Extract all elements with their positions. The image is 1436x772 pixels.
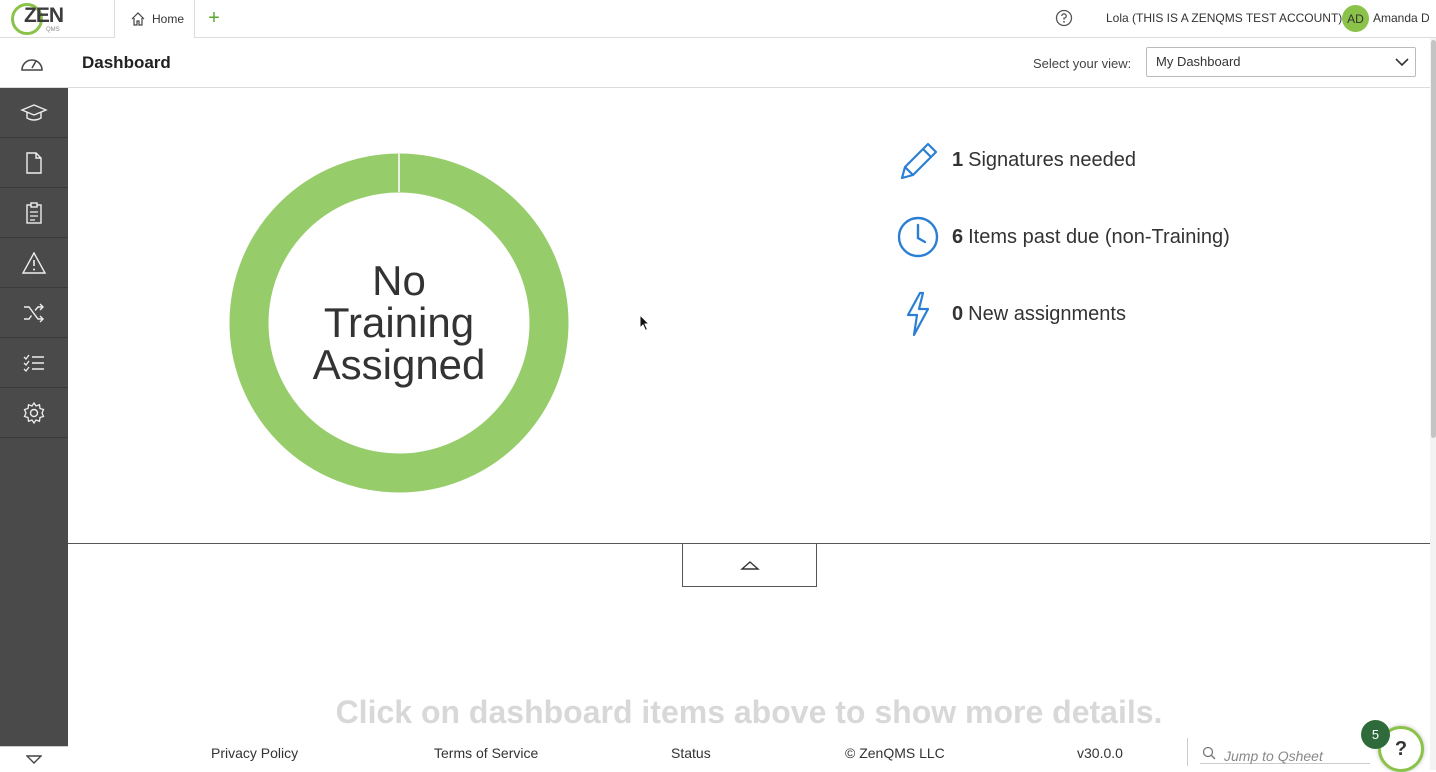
stat-label: New assignments (968, 302, 1126, 325)
stat-count: 1 (952, 148, 964, 171)
mouse-cursor-icon (639, 313, 651, 337)
terms-of-service-link[interactable]: Terms of Service (434, 745, 538, 761)
sidebar-item-documents[interactable] (0, 138, 68, 188)
stat-count: 6 (952, 225, 964, 248)
clock-icon (897, 216, 939, 258)
account-name[interactable]: Lola (THIS IS A ZENQMS TEST ACCOUNT) (1106, 11, 1342, 25)
privacy-policy-link[interactable]: Privacy Policy (211, 745, 298, 761)
sidebar (0, 88, 68, 770)
scrollbar[interactable] (1430, 38, 1436, 770)
chevron-up-icon (739, 561, 760, 570)
logo-subtext: QMS (46, 27, 60, 33)
stat-past-due[interactable]: 6 Items past due (non-Training) (888, 212, 1230, 262)
avatar[interactable]: AD (1342, 5, 1369, 32)
qsheet-search-placeholder: Jump to Qsheet (1224, 748, 1323, 764)
training-donut-chart[interactable]: No Training Assigned (229, 153, 569, 493)
stat-label: Signatures needed (968, 148, 1137, 171)
gear-icon (23, 401, 45, 424)
shuffle-icon (24, 303, 44, 322)
page-title: Dashboard (82, 53, 171, 72)
checklist-icon (23, 354, 44, 372)
top-bar: ZEN QMS Home + Lola (THIS IS A ZENQMS TE… (0, 0, 1436, 38)
dashboard-gauge-icon[interactable] (19, 52, 45, 79)
clipboard-icon (26, 201, 42, 224)
sidebar-expand-toggle[interactable] (0, 746, 68, 770)
collapse-panel-button[interactable] (682, 544, 817, 587)
stat-signatures[interactable]: 1 Signatures needed (888, 135, 1136, 185)
stat-count: 0 (952, 302, 964, 325)
sidebar-item-settings[interactable] (0, 388, 68, 438)
scrollbar-thumb[interactable] (1431, 40, 1436, 438)
sidebar-item-training[interactable] (0, 88, 68, 138)
stat-label: Items past due (non-Training) (968, 225, 1230, 248)
dashboard-main: No Training Assigned 1 Signatures needed … (68, 88, 1430, 770)
add-tab-button[interactable]: + (203, 8, 225, 30)
sidebar-item-events[interactable] (0, 238, 68, 288)
donut-center-label: No Training Assigned (312, 257, 486, 388)
tab-home-label: Home (152, 12, 185, 26)
graduation-cap-icon (20, 103, 48, 121)
help-widget-badge: 5 (1361, 720, 1390, 749)
lightning-icon (906, 291, 930, 337)
sidebar-item-changes[interactable] (0, 288, 68, 338)
footer-divider (1187, 738, 1188, 766)
home-icon (131, 12, 145, 26)
view-select-label: Select your view: (1033, 56, 1132, 71)
status-link[interactable]: Status (671, 745, 711, 761)
qsheet-search-input[interactable]: Jump to Qsheet (1200, 742, 1370, 764)
chevron-down-icon (26, 754, 42, 764)
user-name[interactable]: Amanda D (1373, 11, 1430, 25)
details-hint: Click on dashboard items above to show m… (335, 694, 1163, 730)
logo-text: ZEN (24, 4, 64, 27)
view-select-value: My Dashboard (1156, 54, 1241, 69)
sidebar-item-audits[interactable] (0, 188, 68, 238)
search-icon (1202, 746, 1216, 760)
page-header: Dashboard Select your view: My Dashboard (0, 38, 1436, 88)
help-icon[interactable] (1055, 9, 1073, 32)
chevron-down-icon (1395, 58, 1409, 67)
footer: Privacy Policy Terms of Service Status ©… (68, 738, 1430, 766)
document-icon (26, 151, 42, 174)
view-select[interactable]: My Dashboard (1146, 47, 1416, 77)
stat-new-assignments[interactable]: 0 New assignments (888, 289, 1126, 339)
copyright-text: © ZenQMS LLC (845, 745, 945, 761)
warning-icon (21, 251, 47, 274)
pencil-icon (900, 142, 938, 180)
sidebar-item-tasks[interactable] (0, 338, 68, 388)
zenqms-logo[interactable]: ZEN QMS (8, 1, 78, 37)
version-text: v30.0.0 (1077, 745, 1123, 761)
tab-home[interactable]: Home (114, 0, 195, 38)
